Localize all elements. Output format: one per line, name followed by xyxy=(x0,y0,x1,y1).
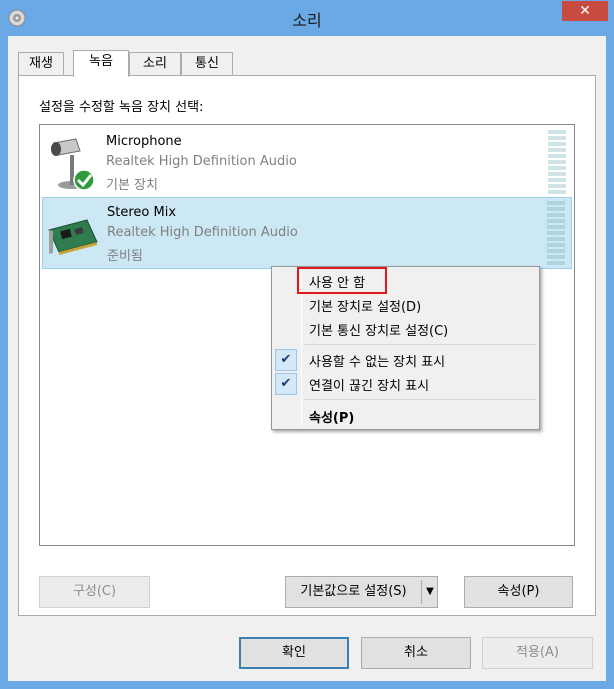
set-default-button[interactable]: 기본값으로 설정(S) ▼ xyxy=(285,576,438,608)
device-item-stereo-mix[interactable]: Stereo Mix Realtek High Definition Audio… xyxy=(42,197,572,269)
device-driver: Realtek High Definition Audio xyxy=(106,154,297,169)
configure-button[interactable]: 구성(C) xyxy=(39,576,150,608)
panel-caption: 설정을 수정할 녹음 장치 선택: xyxy=(39,100,204,115)
split-divider xyxy=(421,580,422,604)
tab-recording[interactable]: 녹음 xyxy=(73,50,129,77)
tab-communications[interactable]: 통신 xyxy=(181,52,233,76)
menu-item-label: 기본 통신 장치로 설정(C) xyxy=(309,324,449,339)
menu-item-properties[interactable]: 속성(P) xyxy=(274,405,537,427)
menu-item-label: 속성(P) xyxy=(309,411,355,426)
menu-item-label: 사용할 수 없는 장치 표시 xyxy=(309,355,446,370)
level-meter xyxy=(547,201,565,267)
check-icon xyxy=(73,169,95,191)
device-status: 준비됨 xyxy=(107,249,143,264)
device-name: Stereo Mix xyxy=(107,205,177,220)
ok-button[interactable]: 확인 xyxy=(239,637,349,669)
title-bar[interactable]: 소리 ✕ xyxy=(0,0,614,36)
tab-sounds[interactable]: 소리 xyxy=(129,52,181,76)
sound-dialog: 소리 ✕ 재생 녹음 소리 통신 설정을 수정할 녹음 장치 선택: Micro… xyxy=(0,0,614,689)
device-status: 기본 장치 xyxy=(106,178,158,193)
device-name: Microphone xyxy=(106,134,182,149)
device-item-microphone[interactable]: Microphone Realtek High Definition Audio… xyxy=(42,127,572,199)
properties-button[interactable]: 속성(P) xyxy=(464,576,573,608)
microphone-icon xyxy=(51,138,95,191)
highlight-annotation xyxy=(297,267,387,294)
level-meter xyxy=(548,130,566,196)
menu-item-show-disabled[interactable]: ✔ 사용할 수 없는 장치 표시 xyxy=(274,349,537,371)
apply-button[interactable]: 적용(A) xyxy=(482,637,593,669)
menu-item-set-default-communication[interactable]: 기본 통신 장치로 설정(C) xyxy=(274,318,537,340)
window-title: 소리 xyxy=(292,11,322,30)
device-driver: Realtek High Definition Audio xyxy=(107,225,298,240)
menu-item-label: 연결이 끊긴 장치 표시 xyxy=(309,379,430,394)
menu-item-show-disconnected[interactable]: ✔ 연결이 끊긴 장치 표시 xyxy=(274,373,537,395)
menu-item-label: 기본 장치로 설정(D) xyxy=(309,300,422,315)
set-default-label: 기본값으로 설정(S) xyxy=(300,584,407,599)
sound-card-icon xyxy=(48,219,98,255)
menu-separator xyxy=(304,344,536,345)
menu-separator xyxy=(304,399,536,400)
close-button[interactable]: ✕ xyxy=(562,1,608,21)
menu-item-set-default[interactable]: 기본 장치로 설정(D) xyxy=(274,294,537,316)
checkmark-icon: ✔ xyxy=(275,349,297,371)
cancel-button[interactable]: 취소 xyxy=(361,637,471,669)
checkmark-icon: ✔ xyxy=(275,373,297,395)
tab-playback[interactable]: 재생 xyxy=(18,52,64,76)
chevron-down-icon[interactable]: ▼ xyxy=(423,577,437,607)
